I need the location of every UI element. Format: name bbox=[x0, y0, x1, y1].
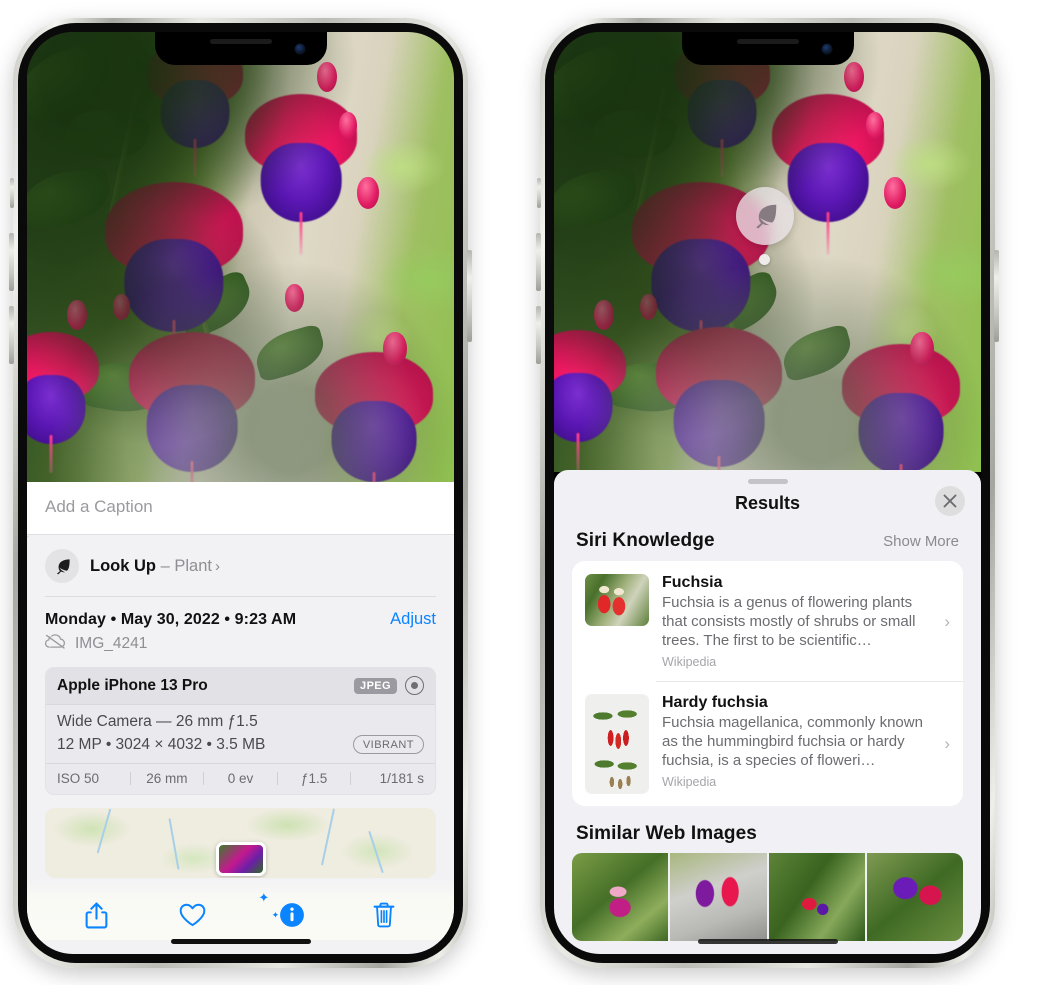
sparkle-icon-small: ✦ bbox=[271, 909, 280, 920]
share-button[interactable] bbox=[74, 896, 120, 934]
exif-exposure: 0 ev bbox=[227, 771, 254, 786]
camera-model: Apple iPhone 13 Pro bbox=[57, 676, 208, 694]
web-image-fuchsia-bush[interactable] bbox=[768, 853, 865, 942]
look-up-subject: Plant bbox=[174, 556, 212, 575]
home-indicator-right[interactable] bbox=[697, 939, 838, 944]
similar-web-images-header: Similar Web Images bbox=[554, 806, 981, 853]
chevron-right-icon: › bbox=[944, 611, 950, 631]
image-specs: 12 MP • 3024 × 4032 • 3.5 MB bbox=[57, 735, 266, 753]
knowledge-card-title: Fuchsia bbox=[662, 574, 723, 591]
screenshot-canvas: ✦ ✦ Look Up – Plant› Monday • May 30, 20… bbox=[0, 0, 1055, 985]
iphone-right-visual-look-up: Results Siri Knowledge Show More Fuchsia… bbox=[536, 18, 999, 968]
knowledge-card-fuchsia[interactable]: Fuchsia Fuchsia is a genus of flowering … bbox=[572, 561, 963, 681]
knowledge-card-description: Fuchsia is a genus of flowering plants t… bbox=[662, 594, 916, 650]
leaf-icon bbox=[756, 204, 777, 229]
results-title: Results bbox=[734, 493, 801, 513]
knowledge-card-body: Fuchsia Fuchsia is a genus of flowering … bbox=[662, 574, 931, 669]
similar-web-images-strip bbox=[572, 853, 963, 942]
camera-card-header: Apple iPhone 13 Pro JPEG bbox=[46, 668, 435, 705]
section-title-siri-knowledge: Siri Knowledge bbox=[576, 530, 715, 551]
knowledge-card-description: Fuchsia magellanica, commonly known as t… bbox=[662, 714, 923, 770]
volume-up-button-left[interactable] bbox=[9, 233, 14, 291]
power-button-right[interactable] bbox=[994, 250, 999, 342]
format-badge: JPEG bbox=[354, 677, 397, 694]
knowledge-card-title: Hardy fuchsia bbox=[662, 694, 768, 712]
icloud-slash-icon bbox=[44, 634, 66, 654]
web-image-magenta-fuchsia[interactable] bbox=[572, 853, 669, 942]
section-title-similar-web-images: Similar Web Images bbox=[576, 823, 757, 845]
photo-toolbar: ✦ ✦ bbox=[27, 878, 454, 940]
look-up-row[interactable]: ✦ ✦ Look Up – Plant› bbox=[27, 530, 454, 597]
caption-input[interactable] bbox=[45, 497, 436, 517]
exif-shutter: 1/181 s bbox=[379, 771, 424, 786]
camera-info-card: Apple iPhone 13 Pro JPEG Wide Camera — 2… bbox=[45, 667, 436, 795]
leaf-icon bbox=[45, 549, 79, 583]
power-button-left[interactable] bbox=[467, 250, 472, 342]
front-camera-right bbox=[821, 44, 832, 54]
iphone-left-photos-info: ✦ ✦ Look Up – Plant› Monday • May 30, 20… bbox=[9, 18, 472, 968]
photographic-style-badge: VIBRANT bbox=[352, 735, 424, 754]
photo-info-sheet: ✦ ✦ Look Up – Plant› Monday • May 30, 20… bbox=[27, 482, 454, 954]
camera-card-body: Wide Camera — 26 mm ƒ1.5 12 MP • 3024 × … bbox=[46, 705, 435, 763]
knowledge-card-source: Wikipedia bbox=[662, 775, 717, 790]
front-camera-left bbox=[294, 44, 305, 54]
knowledge-card-source: Wikipedia bbox=[662, 655, 717, 670]
photo-fuchsia-right[interactable] bbox=[554, 32, 981, 472]
map-photo-pin bbox=[215, 842, 266, 876]
exif-focal: 26 mm bbox=[146, 771, 188, 786]
visual-look-up-leaf-badge[interactable] bbox=[736, 187, 794, 245]
camera-badges: JPEG bbox=[354, 676, 424, 695]
siri-knowledge-header: Siri Knowledge Show More bbox=[554, 530, 981, 561]
photo-fuchsia-left[interactable] bbox=[27, 32, 454, 482]
look-up-title: Look Up bbox=[90, 556, 156, 575]
screen-right: Results Siri Knowledge Show More Fuchsia… bbox=[554, 32, 981, 954]
volume-down-button-left[interactable] bbox=[9, 306, 14, 364]
web-image-purple-fuchsia-cluster[interactable] bbox=[866, 853, 963, 942]
earpiece-speaker-left bbox=[209, 39, 272, 44]
chevron-right-icon: › bbox=[944, 734, 950, 754]
exif-row: ISO 50 26 mm 0 ev ƒ1.5 1/181 s bbox=[46, 763, 435, 794]
raw-aperture-icon bbox=[405, 676, 424, 695]
sparkle-icon-large: ✦ bbox=[258, 890, 270, 905]
results-sheet: Results Siri Knowledge Show More Fuchsia… bbox=[554, 470, 981, 954]
filename-row: IMG_4241 bbox=[27, 630, 454, 667]
metadata-row: Monday • May 30, 2022 • 9:23 AM Adjust bbox=[27, 597, 454, 630]
exif-iso: ISO 50 bbox=[57, 771, 100, 786]
earpiece-speaker-right bbox=[736, 39, 799, 44]
hardy-fuchsia-specimen-thumbnail bbox=[585, 694, 649, 795]
web-image-red-purple-fuchsia[interactable] bbox=[670, 853, 767, 942]
screen-left: ✦ ✦ Look Up – Plant› Monday • May 30, 20… bbox=[27, 32, 454, 954]
lens-info: Wide Camera — 26 mm ƒ1.5 bbox=[57, 713, 258, 730]
knowledge-card-body: Hardy fuchsia Fuchsia magellanica, commo… bbox=[662, 694, 931, 794]
info-button[interactable]: ✦ ✦ bbox=[258, 891, 311, 934]
fuchsia-red-flowers-thumbnail bbox=[585, 574, 649, 626]
volume-up-button-right[interactable] bbox=[536, 233, 541, 291]
delete-button[interactable] bbox=[361, 896, 407, 934]
filename-label: IMG_4241 bbox=[75, 635, 148, 652]
mute-switch-right[interactable] bbox=[537, 178, 541, 208]
look-up-separator: – bbox=[156, 556, 175, 575]
chevron-right-icon: › bbox=[214, 557, 220, 575]
sparkle-icon-large: ✦ bbox=[27, 530, 31, 545]
specs-row: 12 MP • 3024 × 4032 • 3.5 MB VIBRANT bbox=[57, 735, 424, 754]
visual-look-up-anchor-dot bbox=[759, 254, 770, 265]
favorite-button[interactable] bbox=[170, 896, 216, 934]
notch-right bbox=[681, 32, 854, 65]
notch-left bbox=[154, 32, 327, 65]
knowledge-card-hardy-fuchsia[interactable]: Hardy fuchsia Fuchsia magellanica, commo… bbox=[572, 681, 963, 806]
results-header: Results bbox=[554, 484, 981, 530]
caption-row bbox=[27, 482, 454, 535]
siri-knowledge-cards: Fuchsia Fuchsia is a genus of flowering … bbox=[572, 561, 963, 807]
photo-location-map[interactable] bbox=[45, 808, 436, 878]
adjust-button[interactable]: Adjust bbox=[390, 610, 436, 629]
mute-switch-left[interactable] bbox=[10, 178, 14, 208]
home-indicator-left[interactable] bbox=[170, 939, 311, 944]
look-up-label: Look Up – Plant › bbox=[90, 557, 220, 576]
show-more-button[interactable]: Show More bbox=[883, 533, 959, 550]
close-icon[interactable] bbox=[935, 486, 965, 516]
capture-date: Monday • May 30, 2022 • 9:23 AM bbox=[45, 611, 297, 628]
info-icon bbox=[280, 903, 305, 927]
exif-aperture: ƒ1.5 bbox=[300, 771, 328, 786]
volume-down-button-right[interactable] bbox=[536, 306, 541, 364]
